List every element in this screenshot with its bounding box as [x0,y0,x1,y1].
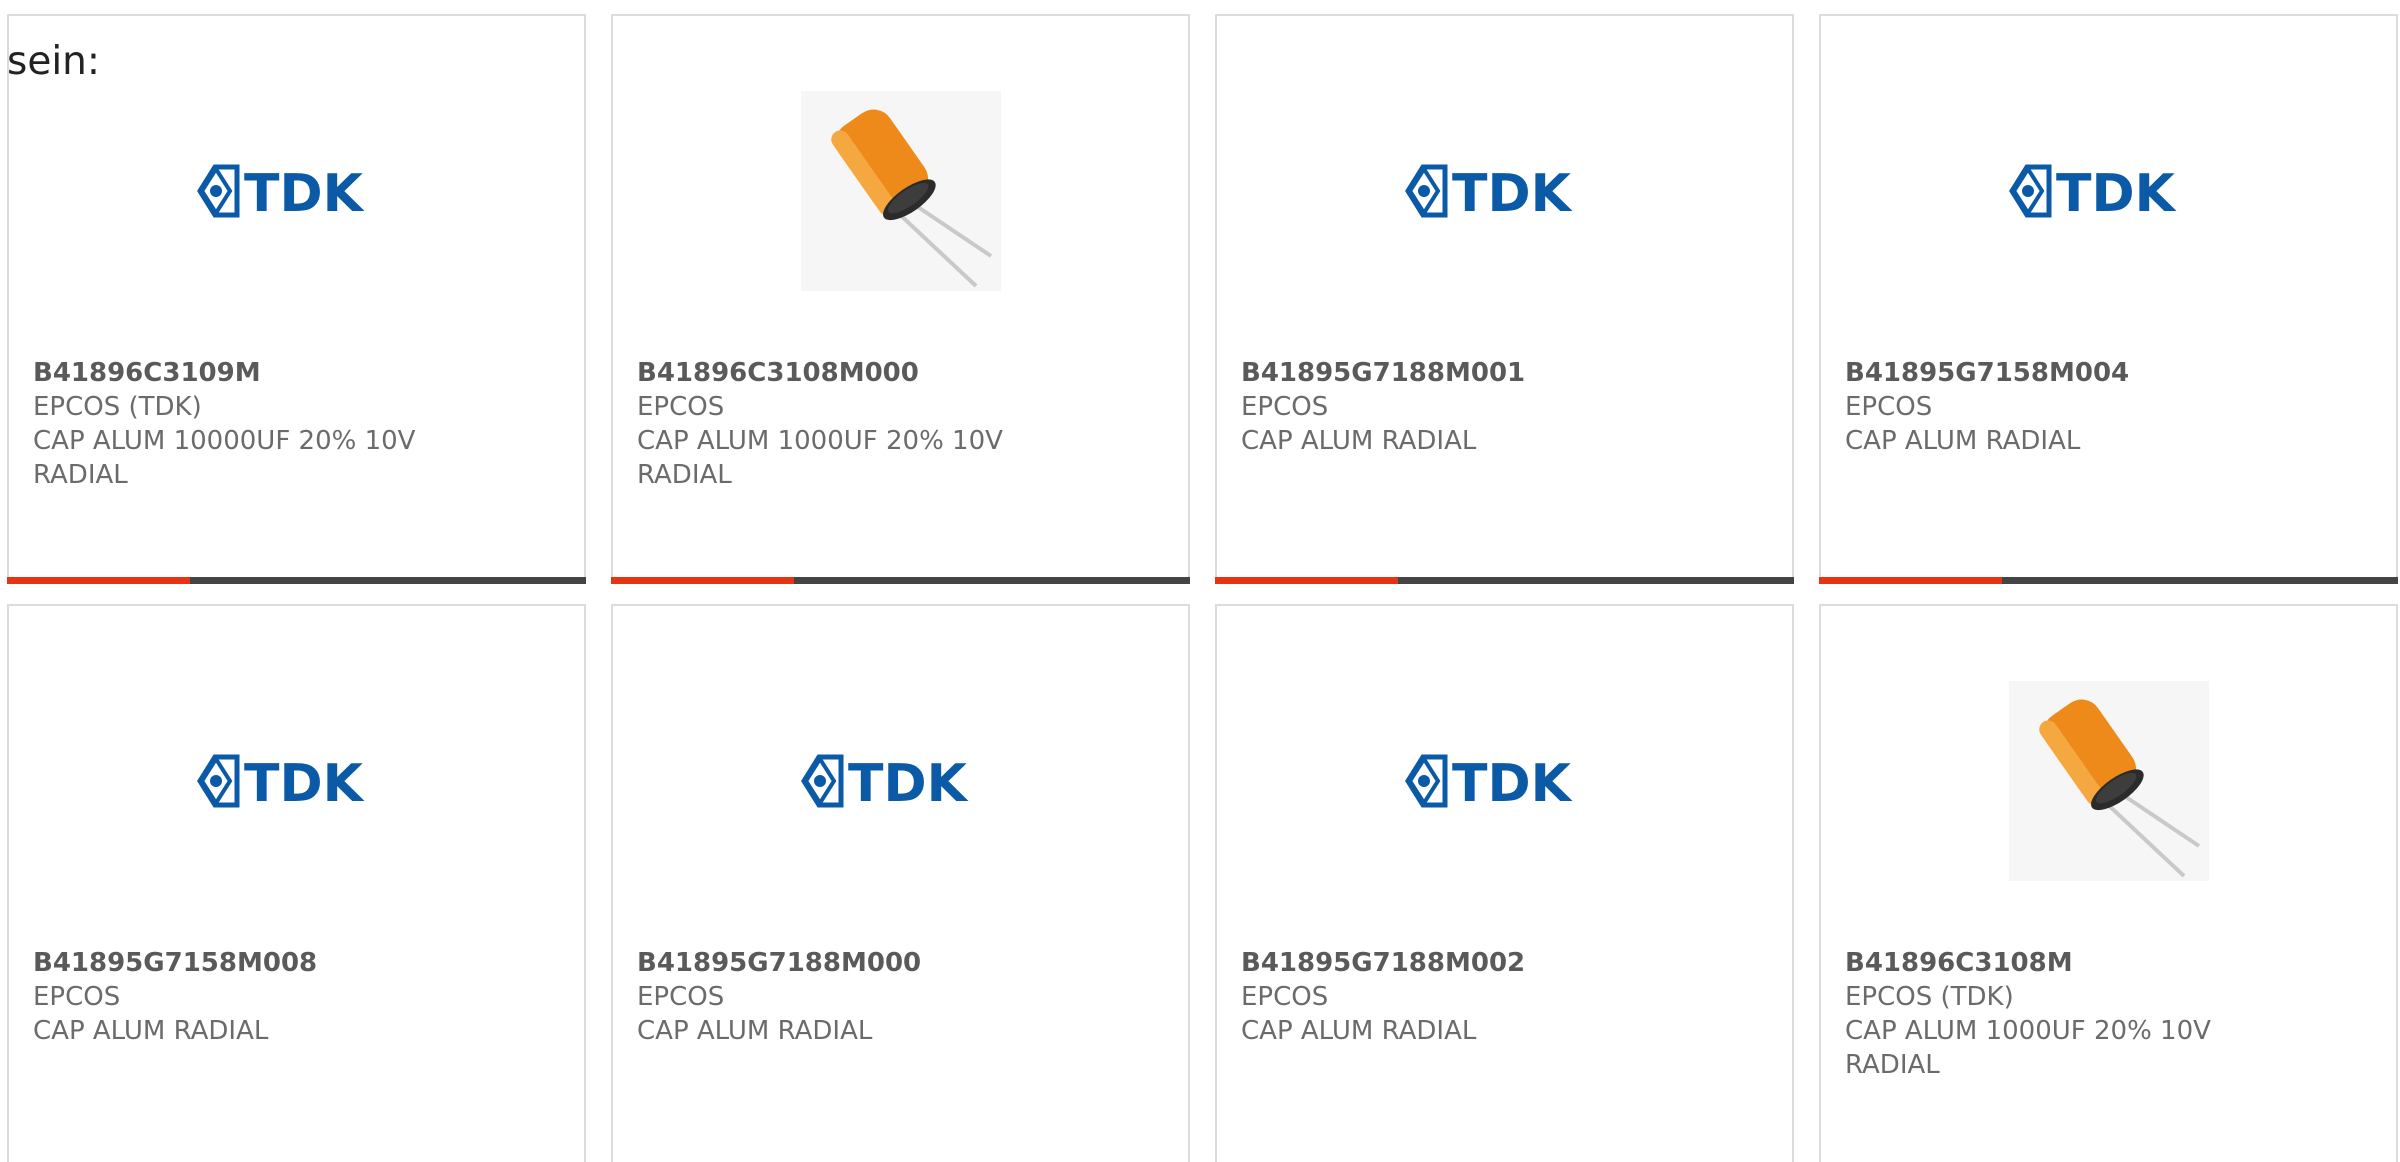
product-info: B41895G7188M001 EPCOS CAP ALUM RADIAL [1241,356,1768,458]
tdk-logo: TDK [1404,754,1573,811]
card-bottom-bar [7,577,586,584]
part-number[interactable]: B41895G7188M001 [1241,356,1768,390]
description: CAP ALUM 1000UF 20% 10V RADIAL [637,426,1003,490]
description: CAP ALUM RADIAL [637,1016,873,1046]
description: CAP ALUM 1000UF 20% 10V RADIAL [1845,1016,2211,1080]
product-info: B41895G7158M004 EPCOS CAP ALUM RADIAL [1845,356,2372,458]
product-card[interactable]: B41896C3108M000 EPCOS CAP ALUM 1000UF 20… [611,14,1190,584]
product-image[interactable]: TDK [1821,76,2396,306]
manufacturer: EPCOS [637,392,725,422]
manufacturer: EPCOS [1241,392,1329,422]
product-grid-page: sein: TDK B41896C3109M EPCOS (TDK) CAP A… [0,0,2400,1162]
product-card[interactable]: TDK B41895G7188M000 EPCOS CAP ALUM RADIA… [611,604,1190,1162]
product-image[interactable] [1821,666,2396,896]
product-image[interactable]: TDK [1217,76,1792,306]
card-bottom-bar [611,577,1190,584]
part-number[interactable]: B41895G7158M008 [33,946,560,980]
description: CAP ALUM RADIAL [1241,1016,1477,1046]
part-number[interactable]: B41895G7188M000 [637,946,1164,980]
product-image[interactable]: TDK [613,666,1188,896]
product-info: B41896C3108M EPCOS (TDK) CAP ALUM 1000UF… [1845,946,2372,1082]
product-grid: TDK B41896C3109M EPCOS (TDK) CAP ALUM 10… [7,14,2398,1162]
card-bottom-bar [1819,577,2398,584]
product-image[interactable] [613,76,1188,306]
capacitor-photo [2008,681,2209,881]
manufacturer: EPCOS (TDK) [33,392,202,422]
tdk-logo: TDK [196,754,365,811]
product-card[interactable]: TDK B41895G7158M008 EPCOS CAP ALUM RADIA… [7,604,586,1162]
part-number[interactable]: B41896C3108M [1845,946,2372,980]
description: CAP ALUM RADIAL [33,1016,269,1046]
card-bottom-bar [1215,577,1794,584]
product-info: B41895G7158M008 EPCOS CAP ALUM RADIAL [33,946,560,1048]
svg-text:TDK: TDK [848,754,969,811]
product-info: B41895G7188M002 EPCOS CAP ALUM RADIAL [1241,946,1768,1048]
description: CAP ALUM 10000UF 20% 10V RADIAL [33,426,416,490]
product-image[interactable]: TDK [9,76,584,306]
svg-text:TDK: TDK [1452,754,1573,811]
product-image[interactable]: TDK [9,666,584,896]
tdk-logo: TDK [800,754,969,811]
manufacturer: EPCOS [637,982,725,1012]
capacitor-photo [800,91,1001,291]
part-number[interactable]: B41896C3108M000 [637,356,1164,390]
part-number[interactable]: B41896C3109M [33,356,560,390]
manufacturer: EPCOS (TDK) [1845,982,2014,1012]
tdk-logo: TDK [1404,164,1573,221]
tdk-logo: TDK [2008,164,2177,221]
svg-text:TDK: TDK [2056,164,2177,221]
intro-text: sein: [7,39,101,84]
manufacturer: EPCOS [1845,392,1933,422]
svg-text:TDK: TDK [244,164,365,221]
manufacturer: EPCOS [1241,982,1329,1012]
product-card[interactable]: TDK B41896C3109M EPCOS (TDK) CAP ALUM 10… [7,14,586,584]
product-info: B41896C3109M EPCOS (TDK) CAP ALUM 10000U… [33,356,560,492]
description: CAP ALUM RADIAL [1845,426,2081,456]
product-image[interactable]: TDK [1217,666,1792,896]
tdk-logo: TDK [196,164,365,221]
product-card[interactable]: B41896C3108M EPCOS (TDK) CAP ALUM 1000UF… [1819,604,2398,1162]
part-number[interactable]: B41895G7158M004 [1845,356,2372,390]
product-card[interactable]: TDK B41895G7158M004 EPCOS CAP ALUM RADIA… [1819,14,2398,584]
manufacturer: EPCOS [33,982,121,1012]
svg-text:TDK: TDK [244,754,365,811]
part-number[interactable]: B41895G7188M002 [1241,946,1768,980]
product-info: B41896C3108M000 EPCOS CAP ALUM 1000UF 20… [637,356,1164,492]
description: CAP ALUM RADIAL [1241,426,1477,456]
product-card[interactable]: TDK B41895G7188M002 EPCOS CAP ALUM RADIA… [1215,604,1794,1162]
product-info: B41895G7188M000 EPCOS CAP ALUM RADIAL [637,946,1164,1048]
product-card[interactable]: TDK B41895G7188M001 EPCOS CAP ALUM RADIA… [1215,14,1794,584]
svg-text:TDK: TDK [1452,164,1573,221]
